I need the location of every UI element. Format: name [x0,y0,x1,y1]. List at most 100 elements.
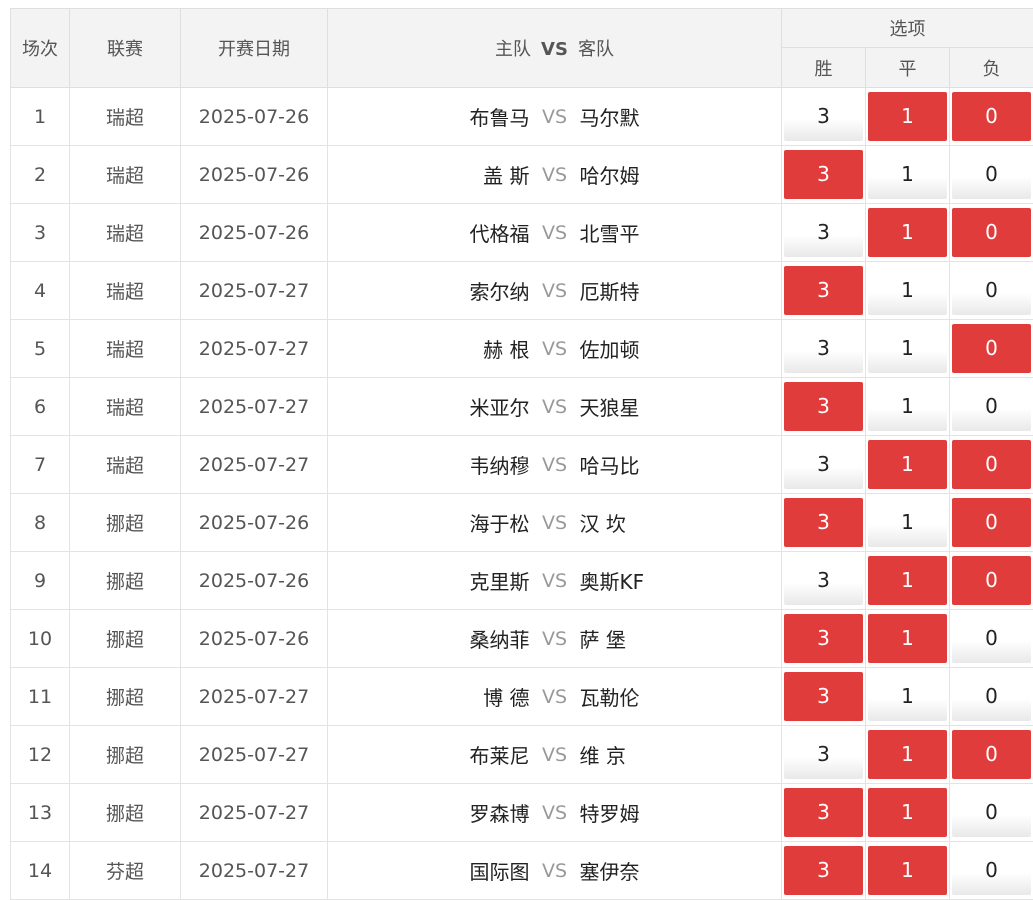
match-teams-inner: 韦纳穆 VS 哈马比 [328,450,781,479]
home-team: 博 德 [335,682,530,711]
option-lose-button[interactable]: 0 [952,788,1031,837]
vs-label: VS [530,454,580,476]
match-teams: 布鲁马 VS 马尔默 [328,88,782,146]
option-win-cell: 3 [782,552,866,610]
option-draw-cell: 1 [866,204,950,262]
league-name: 瑞超 [70,436,181,494]
option-win-button[interactable]: 3 [784,846,863,895]
option-win-cell: 3 [782,842,866,900]
league-name: 瑞超 [70,262,181,320]
option-lose-cell: 0 [950,88,1033,146]
away-team: 天狼星 [580,392,775,421]
match-table: 场次 联赛 开赛日期 主队VS客队 选项 胜 平 负 1 瑞超 2025-07-… [10,8,1033,900]
vs-label: VS [530,802,580,824]
match-number: 5 [11,320,70,378]
option-lose-button[interactable]: 0 [952,266,1031,315]
option-win-button[interactable]: 3 [784,208,863,257]
option-win-button[interactable]: 3 [784,150,863,199]
option-draw-button[interactable]: 1 [868,788,947,837]
option-draw-button[interactable]: 1 [868,440,947,489]
option-lose-button[interactable]: 0 [952,92,1031,141]
option-draw-button[interactable]: 1 [868,382,947,431]
away-team: 汉 坎 [580,508,775,537]
match-teams-inner: 桑纳菲 VS 萨 堡 [328,624,781,653]
option-draw-button[interactable]: 1 [868,846,947,895]
option-lose-button[interactable]: 0 [952,614,1031,663]
away-team: 瓦勒伦 [580,682,775,711]
option-lose-button[interactable]: 0 [952,208,1031,257]
option-lose-button[interactable]: 0 [952,440,1031,489]
match-teams-inner: 米亚尔 VS 天狼星 [328,392,781,421]
option-lose-button[interactable]: 0 [952,556,1031,605]
match-teams-inner: 克里斯 VS 奥斯KF [328,566,781,595]
vs-label: VS [530,512,580,534]
option-win-button[interactable]: 3 [784,382,863,431]
match-number: 12 [11,726,70,784]
option-win-button[interactable]: 3 [784,324,863,373]
match-number: 3 [11,204,70,262]
option-win-button[interactable]: 3 [784,266,863,315]
option-lose-button[interactable]: 0 [952,498,1031,547]
match-teams: 米亚尔 VS 天狼星 [328,378,782,436]
match-row: 8 挪超 2025-07-26 海于松 VS 汉 坎 3 1 0 [11,494,1033,552]
option-win-button[interactable]: 3 [784,614,863,663]
option-lose-cell: 0 [950,726,1033,784]
vs-label: VS [530,222,580,244]
option-lose-cell: 0 [950,204,1033,262]
away-team: 哈马比 [580,450,775,479]
header-date: 开赛日期 [181,9,328,88]
option-win-button[interactable]: 3 [784,672,863,721]
match-row: 3 瑞超 2025-07-26 代格福 VS 北雪平 3 1 0 [11,204,1033,262]
option-draw-button[interactable]: 1 [868,208,947,257]
away-team: 厄斯特 [580,276,775,305]
away-team: 维 京 [580,740,775,769]
option-win-button[interactable]: 3 [784,92,863,141]
option-draw-button[interactable]: 1 [868,324,947,373]
league-name: 瑞超 [70,146,181,204]
match-row: 6 瑞超 2025-07-27 米亚尔 VS 天狼星 3 1 0 [11,378,1033,436]
away-team: 塞伊奈 [580,856,775,885]
option-lose-button[interactable]: 0 [952,672,1031,721]
option-draw-button[interactable]: 1 [868,730,947,779]
match-row: 11 挪超 2025-07-27 博 德 VS 瓦勒伦 3 1 0 [11,668,1033,726]
header-num: 场次 [11,9,70,88]
option-lose-button[interactable]: 0 [952,730,1031,779]
match-number: 8 [11,494,70,552]
match-row: 12 挪超 2025-07-27 布莱尼 VS 维 京 3 1 0 [11,726,1033,784]
option-lose-cell: 0 [950,436,1033,494]
option-draw-button[interactable]: 1 [868,150,947,199]
table-body: 1 瑞超 2025-07-26 布鲁马 VS 马尔默 3 1 0 2 瑞超 20… [11,88,1033,900]
option-win-cell: 3 [782,204,866,262]
option-draw-button[interactable]: 1 [868,672,947,721]
option-draw-button[interactable]: 1 [868,498,947,547]
match-date: 2025-07-26 [181,204,328,262]
option-lose-button[interactable]: 0 [952,324,1031,373]
home-team: 赫 根 [335,334,530,363]
match-teams-inner: 国际图 VS 塞伊奈 [328,856,781,885]
away-team: 奥斯KF [580,566,775,595]
match-teams: 桑纳菲 VS 萨 堡 [328,610,782,668]
option-win-button[interactable]: 3 [784,498,863,547]
league-name: 瑞超 [70,320,181,378]
league-name: 挪超 [70,726,181,784]
option-draw-cell: 1 [866,842,950,900]
league-name: 芬超 [70,842,181,900]
option-win-button[interactable]: 3 [784,788,863,837]
option-draw-button[interactable]: 1 [868,92,947,141]
match-teams-inner: 赫 根 VS 佐加顿 [328,334,781,363]
option-draw-button[interactable]: 1 [868,266,947,315]
option-lose-button[interactable]: 0 [952,382,1031,431]
header-home: 主队 [495,39,531,60]
option-draw-button[interactable]: 1 [868,556,947,605]
option-lose-cell: 0 [950,784,1033,842]
match-row: 7 瑞超 2025-07-27 韦纳穆 VS 哈马比 3 1 0 [11,436,1033,494]
match-number: 9 [11,552,70,610]
option-win-button[interactable]: 3 [784,556,863,605]
vs-label: VS [530,744,580,766]
option-draw-button[interactable]: 1 [868,614,947,663]
option-lose-button[interactable]: 0 [952,846,1031,895]
option-win-button[interactable]: 3 [784,440,863,489]
match-teams: 盖 斯 VS 哈尔姆 [328,146,782,204]
option-lose-button[interactable]: 0 [952,150,1031,199]
option-win-button[interactable]: 3 [784,730,863,779]
